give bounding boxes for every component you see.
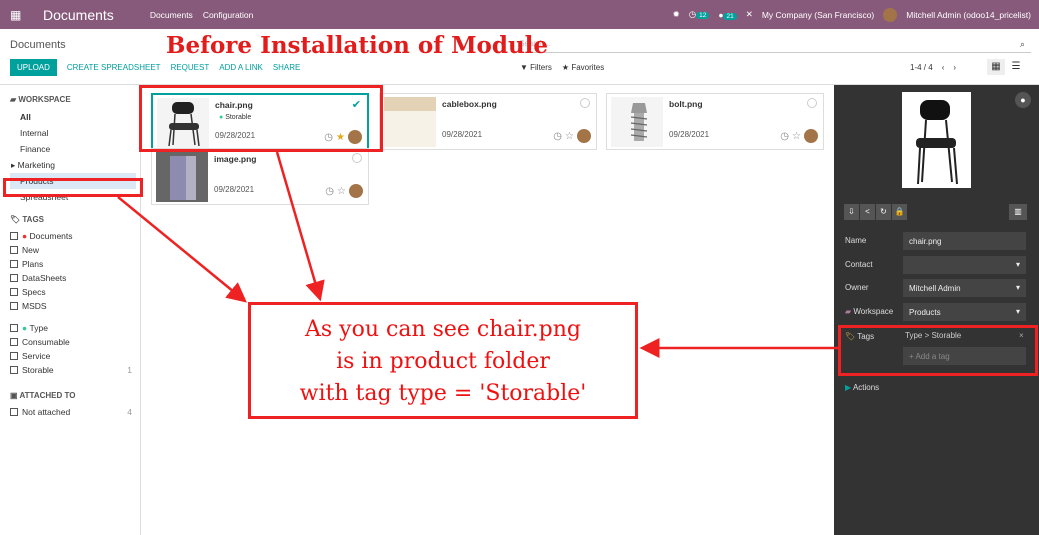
share-button[interactable]: SHARE <box>273 63 301 72</box>
add-link-button[interactable]: ADD A LINK <box>219 63 263 72</box>
document-preview <box>902 92 971 188</box>
tools-icon[interactable]: ✕ <box>746 9 753 20</box>
activity-badge: 12 <box>696 12 710 19</box>
kanban-view-icon[interactable]: ▦ <box>987 59 1005 75</box>
tag-consumable[interactable]: Consumable <box>10 335 140 349</box>
workspace-label: ▰ Workspace <box>845 307 894 316</box>
tag-plans[interactable]: Plans <box>10 257 140 271</box>
annotation-callout: As you can see chair.png is in product fo… <box>248 302 638 419</box>
previous-page-icon[interactable]: ‹ <box>942 63 945 72</box>
favorite-star-icon[interactable]: ☆ <box>565 131 574 142</box>
replace-icon[interactable]: ↻ <box>876 204 891 220</box>
clock-icon[interactable]: ◷ <box>553 131 562 142</box>
clock-icon[interactable]: ◷ <box>780 131 789 142</box>
tag-chip[interactable]: Type > Storable <box>905 331 961 340</box>
workspace-finance[interactable]: Finance <box>20 141 140 157</box>
clock-icon[interactable]: ◷ <box>324 132 333 143</box>
list-view-icon[interactable]: ☰ <box>1007 59 1025 75</box>
lock-icon[interactable]: 🔒 <box>892 204 907 220</box>
workspace-internal[interactable]: Internal <box>20 125 140 141</box>
create-spreadsheet-button[interactable]: CREATE SPREADSHEET <box>67 63 161 72</box>
search-icon[interactable]: ⌕ <box>1020 39 1039 50</box>
actions-toggle[interactable]: ▶ Actions <box>845 383 879 392</box>
image-thumbnail <box>156 152 208 202</box>
name-label: Name <box>845 236 867 245</box>
annotation-title: Before Installation of Module <box>166 32 549 59</box>
request-button[interactable]: REQUEST <box>171 63 210 72</box>
tag-service[interactable]: Service <box>10 349 140 363</box>
selected-check-icon[interactable]: ✔ <box>352 98 361 111</box>
workspace-products[interactable]: Products <box>10 173 136 189</box>
search-input[interactable]: Search... <box>519 37 1031 53</box>
add-tag-input[interactable]: + Add a tag <box>903 347 1026 365</box>
contact-label: Contact <box>845 260 873 269</box>
workspace-spreadsheet[interactable]: Spreadsheet <box>20 189 140 205</box>
document-card-cablebox[interactable]: cablebox.png 09/28/2021 ◷ ☆ <box>379 93 597 150</box>
select-radio[interactable] <box>352 153 362 163</box>
remove-tag-icon[interactable]: × <box>1019 331 1024 340</box>
storable-tag: ● Storable <box>219 114 252 121</box>
owner-avatar <box>349 184 363 198</box>
user-avatar[interactable] <box>883 7 898 22</box>
chair-thumbnail <box>157 98 209 148</box>
select-radio[interactable] <box>807 98 817 108</box>
owner-label: Owner <box>845 283 869 292</box>
chat-icon[interactable]: ● <box>1015 92 1031 108</box>
document-card-bolt[interactable]: bolt.png 09/28/2021 ◷ ☆ <box>606 93 824 150</box>
bug-icon[interactable]: ✹ <box>673 9 680 20</box>
tag-msds[interactable]: MSDS <box>10 299 140 313</box>
sidebar: ▰ WORKSPACE All Internal Finance ▸ Marke… <box>0 85 141 535</box>
tag-new[interactable]: New <box>10 243 140 257</box>
attached-section-title: ▣ ATTACHED TO <box>10 391 76 400</box>
messages-badge: 21 <box>723 12 737 20</box>
share-icon[interactable]: < <box>860 204 875 220</box>
select-radio[interactable] <box>580 98 590 108</box>
tag-storable[interactable]: Storable 1 <box>10 363 140 377</box>
name-field[interactable]: chair.png <box>903 232 1026 250</box>
apps-menu-icon[interactable]: ▦ <box>10 8 28 22</box>
top-navigation: ▦ Documents Documents Configuration ✹ ◷ 1… <box>0 0 1039 29</box>
filters-button[interactable]: ▼ Filters <box>520 63 552 72</box>
upload-button[interactable]: UPLOAD <box>10 59 57 76</box>
app-title: Documents <box>43 6 114 23</box>
document-card-image[interactable]: image.png 09/28/2021 ◷ ☆ <box>151 148 369 205</box>
tags-section-title: 🏷 TAGS <box>10 215 45 224</box>
tags-label: 🏷 Tags <box>845 332 875 341</box>
not-attached-filter[interactable]: Not attached 4 <box>10 405 140 419</box>
breadcrumb: Documents <box>10 39 66 51</box>
workspace-section-title: ▰ WORKSPACE <box>10 95 71 104</box>
download-icon[interactable]: ⇩ <box>844 204 859 220</box>
tag-type[interactable]: ● Type <box>10 321 140 335</box>
tag-documents[interactable]: ● Documents <box>10 229 140 243</box>
menu-configuration[interactable]: Configuration <box>203 10 254 20</box>
bolt-thumbnail <box>611 97 663 147</box>
clock-icon[interactable]: ◷ <box>325 186 334 197</box>
menu-documents[interactable]: Documents <box>150 10 193 20</box>
archive-icon[interactable]: ▥ <box>1009 204 1027 220</box>
checkbox-icon <box>10 232 18 240</box>
user-menu[interactable]: Mitchell Admin (odoo14_pricelist) <box>906 10 1031 20</box>
favorite-star-icon[interactable]: ☆ <box>792 131 801 142</box>
cablebox-thumbnail <box>384 97 436 147</box>
favorite-star-icon[interactable]: ☆ <box>337 186 346 197</box>
company-switcher[interactable]: My Company (San Francisco) <box>762 10 874 20</box>
favorite-star-icon[interactable]: ★ <box>336 132 345 143</box>
workspace-field[interactable]: Products <box>903 303 1026 321</box>
contact-field[interactable] <box>903 256 1026 274</box>
workspace-all[interactable]: All <box>20 109 140 125</box>
owner-avatar <box>577 129 591 143</box>
next-page-icon[interactable]: › <box>953 63 956 72</box>
activity-icon[interactable]: ◷ 12 <box>689 9 710 20</box>
workspace-marketing[interactable]: ▸ Marketing <box>11 157 140 173</box>
messages-icon[interactable]: ● 21 <box>718 10 737 20</box>
document-inspector: ● ⇩<↻🔒 ▥ Name chair.png Contact Owner Mi… <box>834 85 1039 535</box>
owner-field[interactable]: Mitchell Admin <box>903 279 1026 297</box>
tag-datasheets[interactable]: DataSheets <box>10 271 140 285</box>
favorites-button[interactable]: ★ Favorites <box>562 63 604 72</box>
document-card-chair[interactable]: chair.png ● Storable 09/28/2021 ✔ ◷ ★ <box>151 93 369 150</box>
pager-value[interactable]: 1-4 / 4 <box>910 63 933 72</box>
owner-avatar <box>348 130 362 144</box>
owner-avatar <box>804 129 818 143</box>
tag-specs[interactable]: Specs <box>10 285 140 299</box>
